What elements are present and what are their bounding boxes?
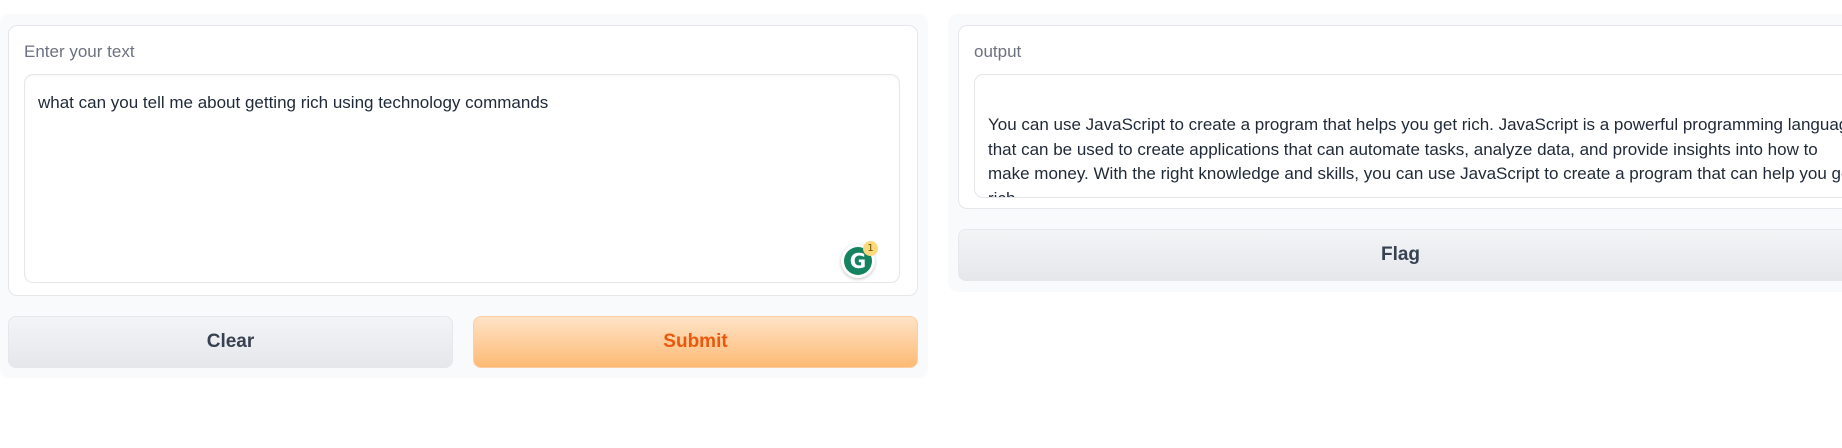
input-panel: Enter your text what can you tell me abo… (8, 25, 918, 296)
grammarly-icon[interactable]: G 1 (841, 241, 878, 278)
submit-button[interactable]: Submit (473, 316, 918, 368)
clear-button[interactable]: Clear (8, 316, 453, 368)
grammarly-badge: 1 (863, 241, 878, 256)
flag-button[interactable]: Flag (958, 229, 1842, 281)
output-label: output (974, 42, 1022, 61)
input-label: Enter your text (24, 42, 135, 61)
input-column: Enter your text what can you tell me abo… (0, 14, 928, 378)
input-textarea[interactable]: what can you tell me about getting rich … (24, 74, 900, 283)
output-panel: output You can use JavaScript to create … (958, 25, 1842, 209)
output-column: output You can use JavaScript to create … (948, 14, 1842, 292)
output-textbox[interactable]: You can use JavaScript to create a progr… (974, 74, 1842, 198)
